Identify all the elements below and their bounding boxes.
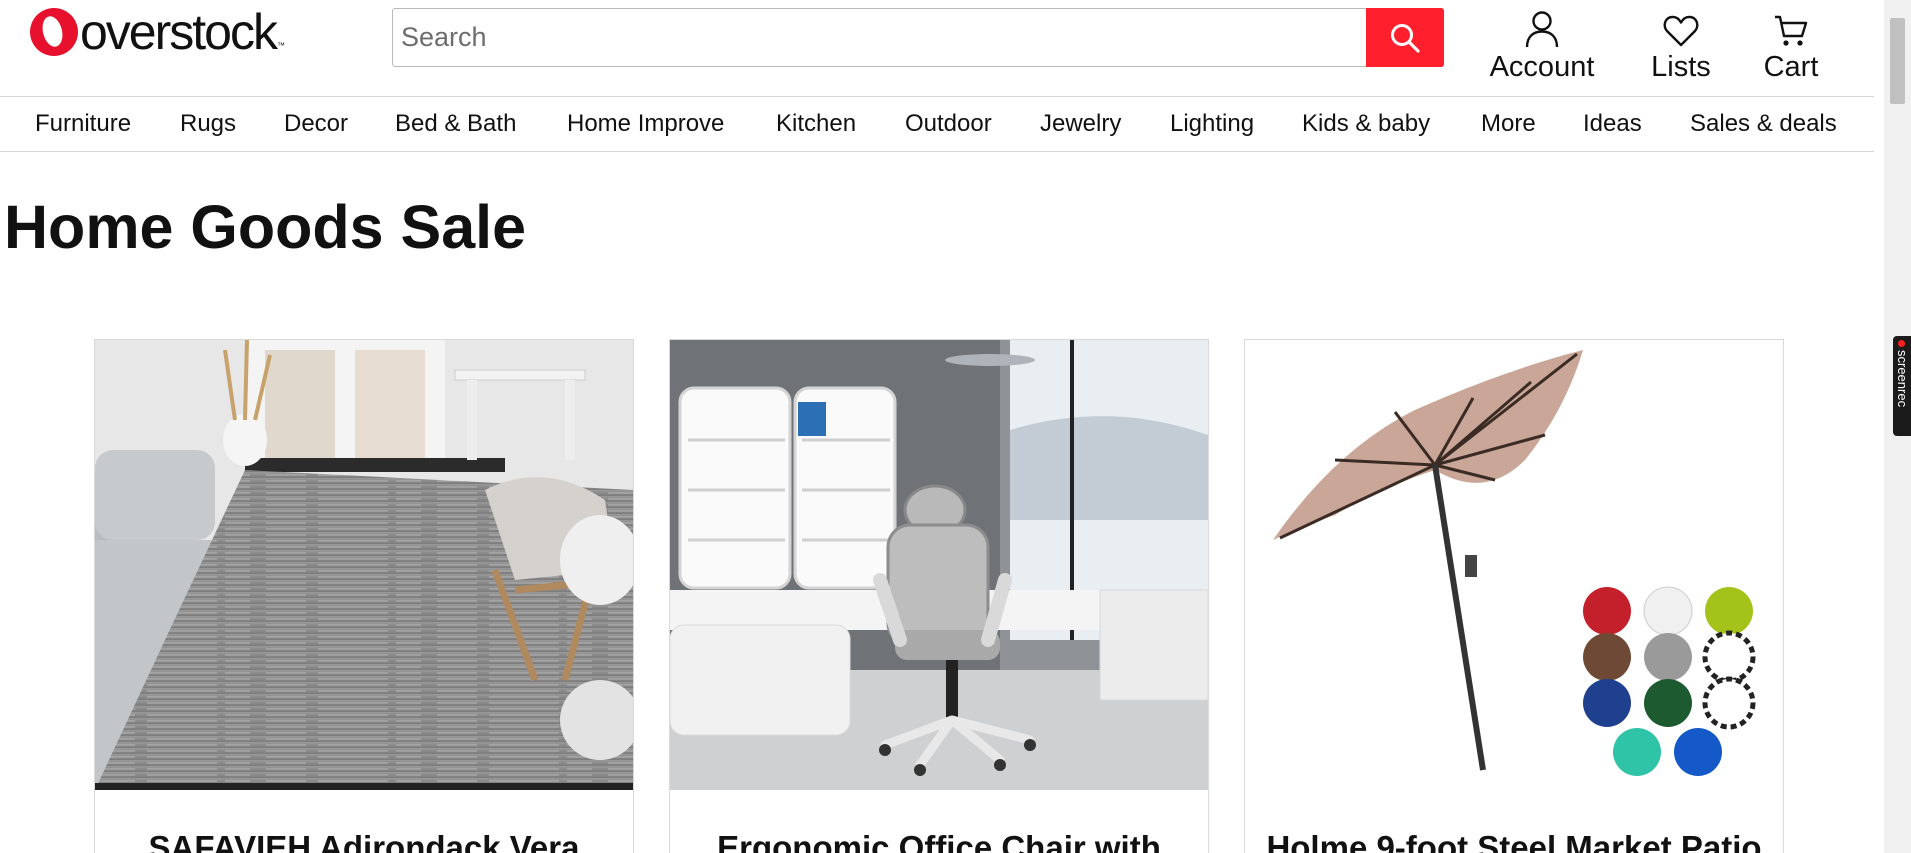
product-title[interactable]: Ergonomic Office Chair with xyxy=(670,829,1208,853)
product-card[interactable]: Ergonomic Office Chair with xyxy=(669,339,1209,853)
office-chair-photo xyxy=(670,340,1208,790)
product-title[interactable]: Holme 9-foot Steel Market Patio xyxy=(1245,829,1783,853)
account-label: Account xyxy=(1489,51,1595,83)
nav-item-ideas[interactable]: Ideas xyxy=(1583,110,1642,138)
logo-mark-icon xyxy=(30,8,78,56)
nav-item-kids-baby[interactable]: Kids & baby xyxy=(1302,110,1430,138)
account-link[interactable]: Account xyxy=(1486,4,1598,84)
nav-item-jewelry[interactable]: Jewelry xyxy=(1040,110,1121,138)
header-divider xyxy=(0,96,1874,97)
search-icon xyxy=(1391,23,1420,53)
nav-item-sales-deals[interactable]: Sales & deals xyxy=(1690,110,1837,138)
nav-item-home-improve[interactable]: Home Improve xyxy=(567,110,724,138)
nav-item-bed-bath[interactable]: Bed & Bath xyxy=(395,110,516,138)
search-button[interactable] xyxy=(1366,8,1444,67)
product-image-patio-umbrella[interactable] xyxy=(1245,340,1783,790)
search-bar xyxy=(392,8,1444,67)
nav-item-rugs[interactable]: Rugs xyxy=(180,110,236,138)
logo-text: overstock xyxy=(80,4,278,60)
nav-item-kitchen[interactable]: Kitchen xyxy=(776,110,856,138)
product-image-rug[interactable] xyxy=(95,340,633,790)
scrollbar-thumb[interactable] xyxy=(1890,18,1905,104)
area-rug-living-room-photo xyxy=(95,340,633,790)
screenrec-badge[interactable]: screenrec xyxy=(1893,336,1911,436)
nav-item-outdoor[interactable]: Outdoor xyxy=(905,110,992,138)
search-input[interactable] xyxy=(393,9,1366,66)
lists-label: Lists xyxy=(1651,51,1711,83)
product-image-office-chair[interactable] xyxy=(670,340,1208,790)
nav-item-more[interactable]: More xyxy=(1481,110,1536,138)
nav-divider xyxy=(0,151,1874,152)
lists-link[interactable]: Lists xyxy=(1646,4,1716,84)
user-icon xyxy=(1525,11,1559,48)
product-card[interactable]: Holme 9-foot Steel Market Patio xyxy=(1244,339,1784,853)
nav-item-furniture[interactable]: Furniture xyxy=(35,110,131,138)
category-nav: Furniture Rugs Decor Bed & Bath Home Imp… xyxy=(0,98,1874,152)
product-card[interactable]: SAFAVIEH Adirondack Vera xyxy=(94,339,634,853)
product-title[interactable]: SAFAVIEH Adirondack Vera xyxy=(95,829,633,853)
cart-label: Cart xyxy=(1763,51,1819,83)
patio-umbrella-photo xyxy=(1245,340,1783,790)
nav-item-decor[interactable]: Decor xyxy=(284,110,348,138)
heart-icon xyxy=(1663,15,1699,47)
cart-icon xyxy=(1775,15,1808,46)
nav-item-lighting[interactable]: Lighting xyxy=(1170,110,1254,138)
cart-link[interactable]: Cart xyxy=(1760,4,1822,84)
page-title: Home Goods Sale xyxy=(4,193,527,261)
overstock-logo[interactable]: overstock ™ xyxy=(30,4,285,60)
logo-trademark: ™ xyxy=(276,41,285,50)
screenrec-label: screenrec xyxy=(1895,350,1910,408)
